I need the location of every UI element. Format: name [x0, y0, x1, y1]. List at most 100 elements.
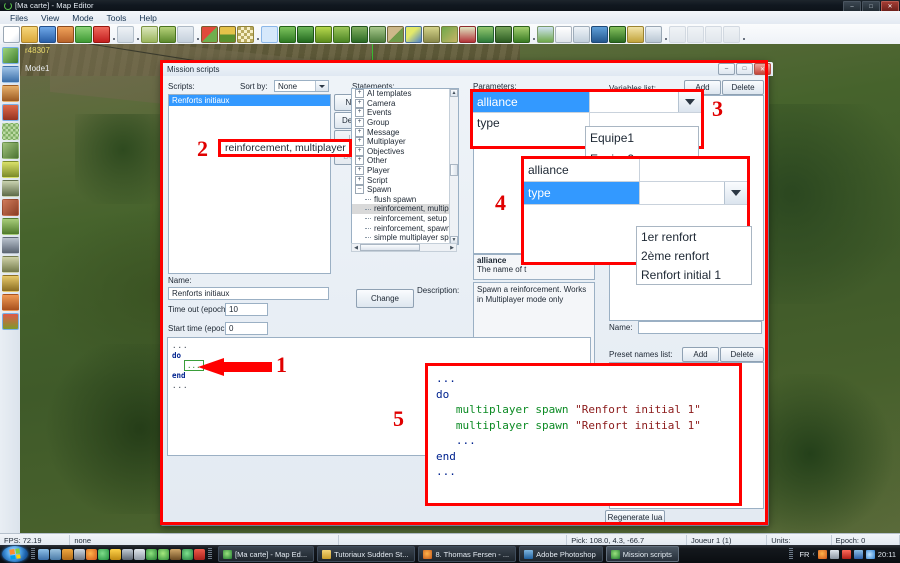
- param-row-type[interactable]: type: [524, 182, 747, 205]
- field-tool-icon[interactable]: [333, 25, 350, 43]
- spawn-mode-icon[interactable]: [1, 161, 19, 178]
- tray-printer-icon[interactable]: [829, 549, 839, 559]
- road-tool-icon[interactable]: [369, 25, 386, 43]
- sync-icon[interactable]: [182, 548, 193, 560]
- forest-tool-icon[interactable]: [351, 25, 368, 43]
- param-row-alliance[interactable]: alliance: [473, 92, 701, 113]
- object-tool-icon[interactable]: [477, 25, 494, 43]
- building-mode-icon[interactable]: [1, 85, 19, 102]
- tray-antivirus-icon[interactable]: [841, 549, 851, 559]
- shade-icon[interactable]: [177, 25, 194, 43]
- chevron-down-icon[interactable]: [678, 92, 701, 112]
- language-indicator[interactable]: FR: [799, 550, 809, 559]
- terrain-stripes-icon[interactable]: [219, 25, 236, 43]
- marker-mode-icon[interactable]: [1, 218, 19, 235]
- tree-tool-icon[interactable]: [279, 25, 296, 43]
- path-mode-icon[interactable]: [1, 199, 19, 216]
- select-cursor-icon[interactable]: [261, 25, 278, 43]
- tray-volume-icon[interactable]: [865, 549, 875, 559]
- media-player-icon[interactable]: [74, 548, 85, 560]
- terrain-mode-icon[interactable]: [1, 47, 19, 64]
- texture-tool-icon[interactable]: [441, 25, 458, 43]
- dropdown-option[interactable]: Renfort initial 1: [637, 265, 751, 284]
- taskbar-item-photoshop[interactable]: Adobe Photoshop: [519, 546, 603, 562]
- refresh-icon[interactable]: [146, 548, 157, 560]
- param-name-alliance[interactable]: alliance: [524, 159, 640, 181]
- mail-icon[interactable]: [50, 548, 61, 560]
- home-icon[interactable]: [57, 25, 74, 43]
- chevron-down-icon[interactable]: [724, 182, 747, 204]
- tray-firefox-icon[interactable]: [817, 549, 827, 559]
- camera-mode-icon[interactable]: [1, 180, 19, 197]
- quicklaunch-grip[interactable]: [31, 548, 35, 560]
- menu-item-view[interactable]: View: [35, 12, 66, 24]
- menu-item-mode[interactable]: Mode: [66, 12, 100, 24]
- water-mode-icon[interactable]: [1, 66, 19, 83]
- taskbar-item-map-editor[interactable]: [Ma carte] - Map Ed...: [218, 546, 315, 562]
- browser-icon[interactable]: [98, 548, 109, 560]
- hill-tool-icon[interactable]: [423, 25, 440, 43]
- callout-4-dropdown[interactable]: 1er renfort 2ème renfort Renfort initial…: [636, 226, 752, 285]
- game-icon[interactable]: [170, 548, 181, 560]
- star-icon[interactable]: [158, 548, 169, 560]
- window-icon[interactable]: [573, 25, 590, 43]
- grass-tool-icon[interactable]: [315, 25, 332, 43]
- zone-mode-icon[interactable]: [1, 142, 19, 159]
- taskbar-grip[interactable]: [208, 548, 212, 560]
- object-mode-icon[interactable]: [1, 104, 19, 121]
- grid-mode-icon[interactable]: [1, 123, 19, 140]
- tray-grip[interactable]: [789, 548, 794, 560]
- param-name-type[interactable]: type: [524, 182, 640, 204]
- water-tool-icon[interactable]: [405, 25, 422, 43]
- taskbar-item-tutoriaux[interactable]: Tutoriaux Sudden St...: [317, 546, 416, 562]
- dropdown-option[interactable]: 1er renfort: [637, 227, 751, 246]
- dropdown-option[interactable]: 2ème renfort: [637, 246, 751, 265]
- new-file-icon[interactable]: [3, 25, 20, 43]
- plant-tool-icon[interactable]: [513, 25, 530, 43]
- stop-icon[interactable]: [93, 25, 110, 43]
- param-value-type[interactable]: [640, 182, 747, 204]
- param-name-alliance[interactable]: alliance: [473, 92, 590, 112]
- checker-icon[interactable]: [237, 25, 254, 43]
- menu-item-tools[interactable]: Tools: [101, 12, 134, 24]
- param-value-alliance[interactable]: [640, 159, 747, 181]
- village-mode-icon[interactable]: [1, 256, 19, 273]
- tray-expand-icon[interactable]: ‹: [812, 551, 814, 558]
- messenger-icon[interactable]: [110, 548, 121, 560]
- heightmap-icon[interactable]: [537, 25, 554, 43]
- fuel-tool-icon[interactable]: [459, 25, 476, 43]
- winamp-icon[interactable]: [122, 548, 133, 560]
- menu-item-help[interactable]: Help: [133, 12, 163, 24]
- script-icon[interactable]: [627, 25, 644, 43]
- settings-tools-icon[interactable]: [645, 25, 662, 43]
- undo-icon[interactable]: [117, 25, 134, 43]
- terrain-red-icon[interactable]: [201, 25, 218, 43]
- open-file-icon[interactable]: [21, 25, 38, 43]
- start-button[interactable]: [2, 546, 28, 562]
- vegetation-icon[interactable]: [159, 25, 176, 43]
- path-tool-icon[interactable]: [387, 25, 404, 43]
- show-desktop-icon[interactable]: [38, 548, 49, 560]
- param-name-type[interactable]: type: [473, 113, 590, 133]
- apply-icon[interactable]: [75, 25, 92, 43]
- param-value-alliance[interactable]: [590, 92, 701, 112]
- calculator-icon[interactable]: [134, 548, 145, 560]
- vegetation2-icon[interactable]: [609, 25, 626, 43]
- ammo-mode-icon[interactable]: [1, 237, 19, 254]
- clock[interactable]: 20:11: [878, 550, 896, 559]
- red-app-icon[interactable]: [194, 548, 205, 560]
- taskbar-item-media[interactable]: 8. Thomas Fersen - ...: [418, 546, 517, 562]
- mission-mode-icon[interactable]: [1, 313, 19, 330]
- save-file-icon[interactable]: [39, 25, 56, 43]
- structure-mode-icon[interactable]: [1, 275, 19, 292]
- measure-icon[interactable]: [141, 25, 158, 43]
- document-icon[interactable]: [555, 25, 572, 43]
- firefox-icon[interactable]: [86, 548, 97, 560]
- trees-tool-icon[interactable]: [495, 25, 512, 43]
- team-mode-icon[interactable]: [1, 294, 19, 311]
- bush-tool-icon[interactable]: [297, 25, 314, 43]
- menu-item-files[interactable]: Files: [4, 12, 35, 24]
- unit-icon[interactable]: [591, 25, 608, 43]
- editor-icon[interactable]: [62, 548, 73, 560]
- taskbar-item-mission-scripts[interactable]: Mission scripts: [605, 546, 679, 562]
